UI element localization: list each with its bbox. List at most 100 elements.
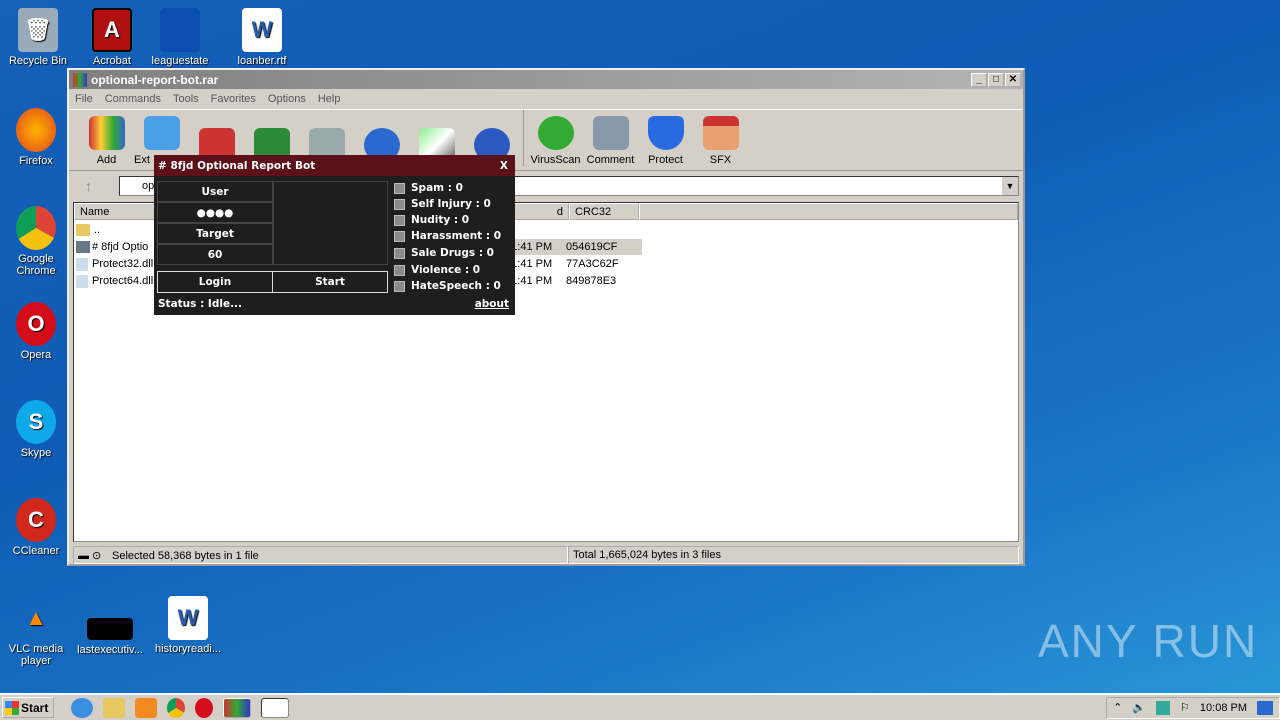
hatespeech-checkbox[interactable]: HateSpeech : 0 — [394, 280, 501, 292]
column-filler — [639, 203, 1018, 220]
menu-commands[interactable]: Commands — [105, 93, 161, 105]
virus-icon — [537, 116, 574, 150]
desktop-icon-skype[interactable]: S Skype — [0, 400, 74, 459]
desktop-icon-leaguestate[interactable]: leaguestate — [142, 8, 218, 67]
dll-icon — [76, 274, 88, 288]
dialog-titlebar[interactable]: # 8fjd Optional Report Bot X — [154, 155, 515, 176]
opera-taskbar-icon[interactable] — [195, 697, 213, 718]
dll-icon — [76, 257, 88, 271]
target-field[interactable]: 60 — [157, 244, 273, 265]
windows-logo-icon — [5, 700, 19, 715]
violence-checkbox[interactable]: Violence : 0 — [394, 264, 480, 276]
maximize-button[interactable]: □ — [988, 72, 1004, 87]
desktop-icon-firefox[interactable]: Firefox — [0, 108, 74, 167]
login-button[interactable]: Login — [157, 271, 273, 293]
report-bot-taskbar-button[interactable] — [261, 697, 289, 718]
column-crc32[interactable]: CRC32 — [569, 203, 639, 220]
status-left: ▬ ⊙ Selected 58,368 bytes in 1 file — [73, 546, 568, 564]
volume-icon[interactable]: 🔈 — [1132, 701, 1146, 714]
desktop-icon-recycle-bin[interactable]: 🗑 Recycle Bin — [0, 8, 76, 67]
word-document-icon: W — [242, 8, 282, 52]
window-titlebar[interactable]: optional-report-bot.rar _ □ ✕ — [69, 70, 1023, 89]
desktop-icon-loanber[interactable]: Wloanber.rtf — [224, 8, 300, 67]
menu-favorites[interactable]: Favorites — [211, 93, 256, 105]
virusscan-button[interactable]: VirusScan — [528, 116, 583, 166]
protect-button[interactable]: Protect — [638, 116, 693, 166]
harassment-checkbox[interactable]: Harassment : 0 — [394, 230, 501, 242]
sale-drugs-checkbox[interactable]: Sale Drugs : 0 — [394, 247, 494, 259]
log-panel — [273, 181, 388, 265]
desktop-icon-ccleaner[interactable]: C CCleaner — [0, 498, 74, 557]
nudity-checkbox[interactable]: Nudity : 0 — [394, 214, 469, 226]
ie-icon[interactable] — [71, 697, 93, 718]
word-document-icon: W — [168, 596, 208, 640]
clock[interactable]: 10:08 PM — [1200, 702, 1247, 714]
sfx-box-icon — [702, 116, 739, 150]
status-bar: ▬ ⊙ Selected 58,368 bytes in 1 file Total… — [73, 546, 1019, 564]
menu-file[interactable]: File — [75, 93, 93, 105]
vlc-icon: ▲ — [25, 605, 47, 630]
table-row[interactable]: .. — [76, 222, 100, 238]
menu-help[interactable]: Help — [318, 93, 341, 105]
desktop-icon-acrobat[interactable]: A Acrobat — [74, 8, 150, 67]
status-right: Total 1,665,024 bytes in 3 files — [568, 546, 1019, 564]
comment-icon — [592, 116, 629, 150]
desktop-icon-historyreading[interactable]: Whistoryreadi... — [150, 596, 226, 655]
exe-icon — [76, 241, 90, 253]
winrar-taskbar-button[interactable] — [223, 697, 251, 718]
toolbar-separator — [523, 110, 524, 166]
user-label: User — [157, 181, 273, 202]
chrome-taskbar-icon[interactable] — [167, 697, 185, 718]
about-link[interactable]: about — [475, 298, 509, 310]
winrar-window: optional-report-bot.rar _ □ ✕ File Command… — [67, 68, 1025, 566]
explorer-icon[interactable] — [103, 697, 125, 718]
recycle-bin-icon: 🗑 — [18, 8, 58, 52]
desktop-icon-chrome[interactable]: Google Chrome — [0, 206, 74, 277]
spam-checkbox[interactable]: Spam : 0 — [394, 182, 463, 194]
window-title: optional-report-bot.rar — [91, 72, 219, 87]
add-icon — [88, 116, 125, 150]
media-player-icon[interactable] — [135, 697, 157, 718]
menu-bar: File Commands Tools Favorites Options He… — [69, 89, 1023, 109]
menu-tools[interactable]: Tools — [173, 93, 199, 105]
ccleaner-icon: C — [16, 498, 56, 542]
comment-button[interactable]: Comment — [583, 116, 638, 166]
desktop-icon-vlc[interactable]: ▲ VLC media player — [0, 596, 74, 667]
close-button[interactable]: ✕ — [1005, 72, 1021, 87]
taskbar: Start ⌃ 🔈 ⚐ 10:08 PM — [0, 693, 1280, 720]
report-bot-dialog: # 8fjd Optional Report Bot X User ●●●● Ta… — [154, 155, 515, 315]
opera-icon: O — [16, 302, 56, 346]
action-center-flag-icon[interactable]: ⚐ — [1180, 701, 1190, 714]
desktop-icon-opera[interactable]: O Opera — [0, 302, 74, 361]
acrobat-icon: A — [92, 8, 132, 52]
minimize-button[interactable]: _ — [971, 72, 987, 87]
add-button[interactable]: Add — [79, 116, 134, 166]
desktop-icon-lastexecutive[interactable]: lastexecutiv... — [72, 596, 148, 656]
password-field[interactable]: ●●●● — [157, 202, 273, 223]
winrar-icon — [73, 72, 87, 87]
status-text: Status : Idle... — [158, 298, 243, 310]
dropdown-arrow-icon[interactable]: ▼ — [1002, 177, 1018, 195]
up-arrow-icon[interactable]: ↑ — [85, 178, 92, 194]
start-button[interactable]: Start — [272, 271, 388, 293]
menu-options[interactable]: Options — [268, 93, 306, 105]
dialog-close-button[interactable]: X — [500, 160, 508, 172]
network-icon[interactable] — [1156, 700, 1171, 715]
file-icon — [160, 8, 200, 52]
folder-up-icon — [76, 224, 90, 236]
show-hidden-icons-icon[interactable]: ⌃ — [1113, 701, 1122, 714]
self-injury-checkbox[interactable]: Self Injury : 0 — [394, 198, 491, 210]
system-tray: ⌃ 🔈 ⚐ 10:08 PM — [1106, 696, 1280, 719]
firefox-icon — [16, 108, 56, 152]
target-label: Target — [157, 223, 273, 244]
start-button[interactable]: Start — [2, 697, 54, 718]
anyrun-watermark: ANY RUN — [1038, 615, 1259, 667]
sfx-button[interactable]: SFX — [693, 116, 748, 166]
skype-icon: S — [16, 400, 56, 444]
dialog-title: # 8fjd Optional Report Bot — [158, 159, 316, 172]
chrome-icon — [16, 206, 56, 250]
show-desktop-icon[interactable] — [1257, 700, 1273, 715]
shield-icon — [647, 116, 684, 150]
drive-icon: ▬ ⊙ — [78, 550, 102, 562]
folder-icon — [143, 116, 180, 150]
